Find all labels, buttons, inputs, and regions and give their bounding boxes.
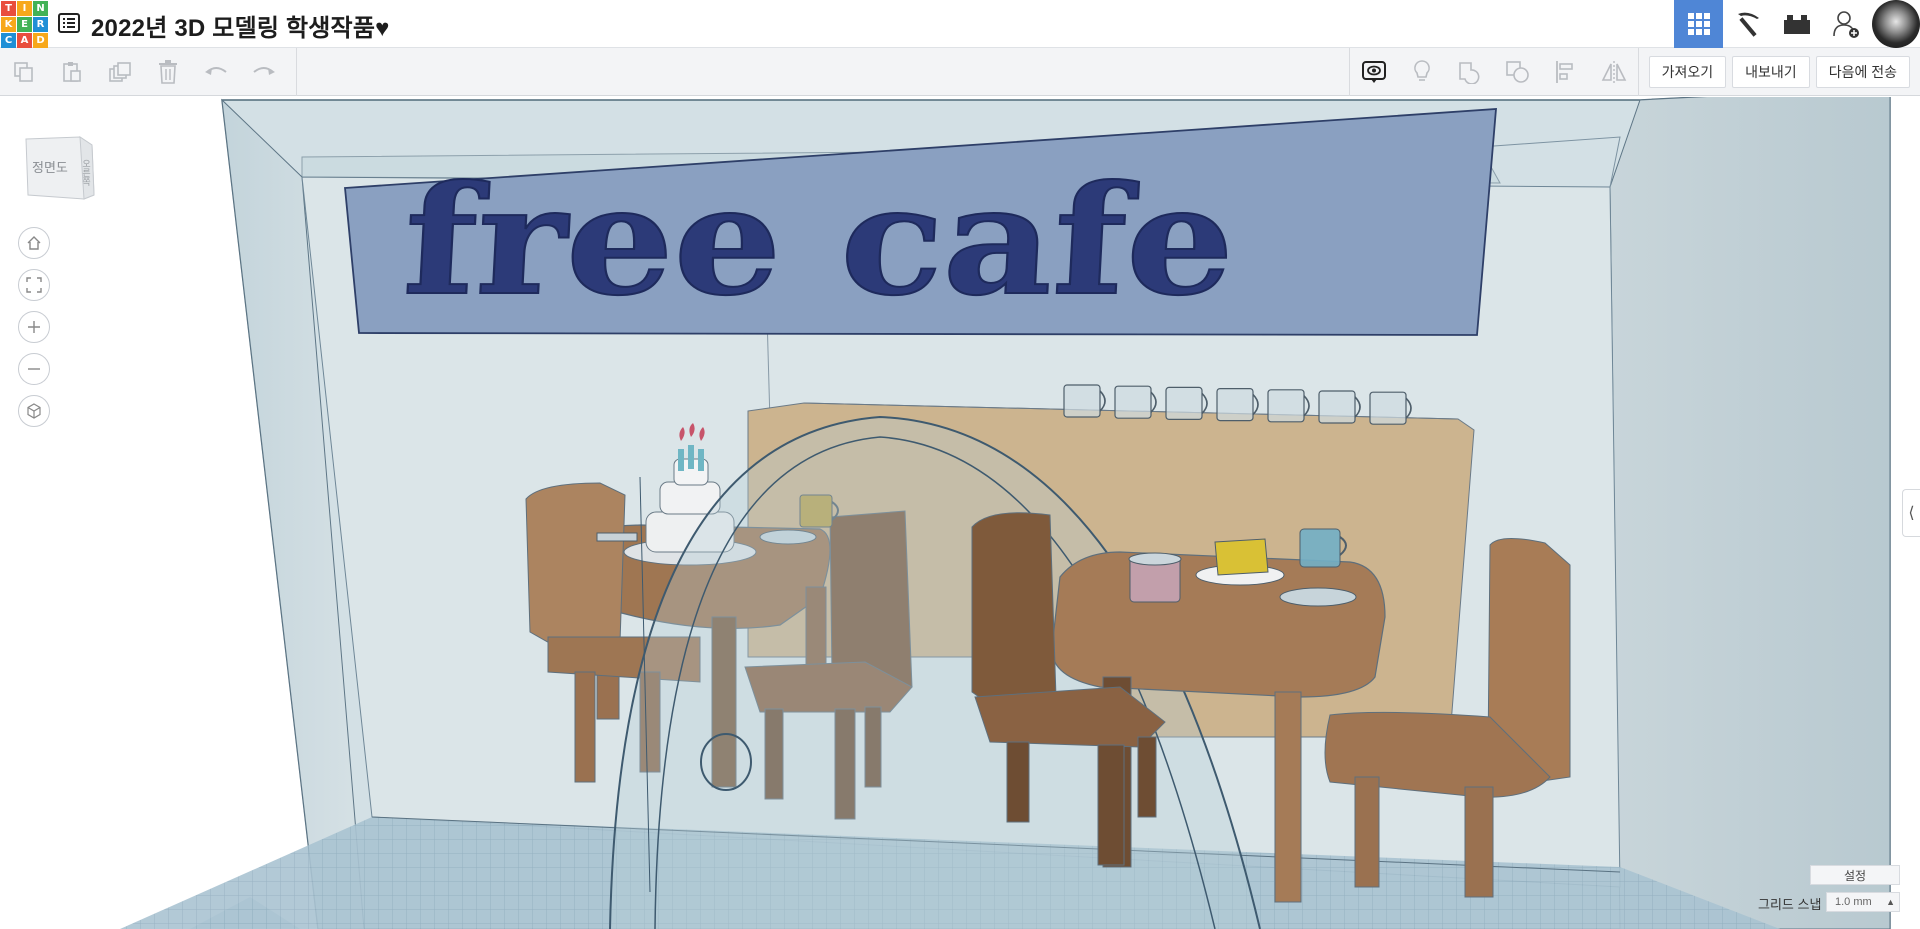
ungroup-icon[interactable] [1494,48,1542,96]
grid-view-icon[interactable] [1674,0,1723,48]
mirror-icon[interactable] [1590,48,1638,96]
zoom-in-icon[interactable] [18,311,50,343]
duplicate-icon[interactable] [96,48,144,96]
redo-icon[interactable] [240,48,288,96]
edit-grid-button[interactable]: 설정 [1810,865,1900,885]
invite-user-icon[interactable] [1821,0,1870,48]
fit-view-icon[interactable] [18,269,50,301]
send-to-button[interactable]: 다음에 전송 [1815,56,1910,88]
align-icon[interactable] [1542,48,1590,96]
shapes-panel-toggle[interactable]: ⟨ [1902,489,1920,537]
mug[interactable] [1165,386,1208,420]
workplane-viewport[interactable]: free cafe 정면도 오른쪽 ⟨ 설정 그리드 스냅 1.0 mm ▲ [0,97,1920,929]
edit-toolbar: 가져오기 내보내기 다음에 전송 [0,48,1920,96]
chevron-left-icon: ⟨ [1908,505,1915,522]
logo-letter: D [33,33,48,48]
snap-grid-select[interactable]: 1.0 mm ▲ [1826,892,1900,912]
sign-text: free cafe [400,153,1239,329]
zoom-out-icon[interactable] [18,353,50,385]
tinkercad-logo[interactable]: TIN KER CAD [0,0,48,48]
view-cube[interactable]: 정면도 오른쪽 [24,133,95,203]
view-cube-front-label: 정면도 [32,160,68,175]
logo-letter: I [17,1,32,16]
notes-icon[interactable] [1350,48,1398,96]
logo-letter: E [17,17,32,32]
paste-icon[interactable] [48,48,96,96]
mug[interactable] [1216,388,1259,422]
pickaxe-icon[interactable] [1723,0,1772,48]
logo-letter: C [1,33,16,48]
3d-scene[interactable]: free cafe [0,97,1920,929]
mug[interactable] [1114,385,1157,419]
logo-letter: T [1,1,16,16]
view-cube-right-label: 오른쪽 [81,159,91,186]
home-view-icon[interactable] [18,227,50,259]
mug[interactable] [1369,391,1412,425]
logo-letter: A [17,33,32,48]
top-bar: TIN KER CAD 2022년 3D 모델링 학생작품♥ [0,0,1920,48]
copy-icon[interactable] [0,48,48,96]
brick-icon[interactable] [1772,0,1821,48]
snap-grid-label: 그리드 스냅 [1758,897,1822,912]
chevron-down-icon: ▲ [1886,897,1895,907]
logo-letter: R [33,17,48,32]
perspective-icon[interactable] [18,395,50,427]
mug[interactable] [1318,390,1361,424]
logo-letter: K [1,17,16,32]
logo-letter: N [33,1,48,16]
delete-icon[interactable] [144,48,192,96]
mug[interactable] [1063,384,1106,418]
snap-grid-value: 1.0 mm [1835,896,1872,908]
design-list-icon[interactable] [58,13,80,33]
mug[interactable] [1267,389,1310,423]
user-avatar[interactable] [1872,0,1920,48]
group-icon[interactable] [1446,48,1494,96]
design-title[interactable]: 2022년 3D 모델링 학생작품♥ [91,8,390,43]
import-button[interactable]: 가져오기 [1648,56,1727,88]
light-icon[interactable] [1398,48,1446,96]
undo-icon[interactable] [192,48,240,96]
export-button[interactable]: 내보내기 [1732,56,1810,88]
